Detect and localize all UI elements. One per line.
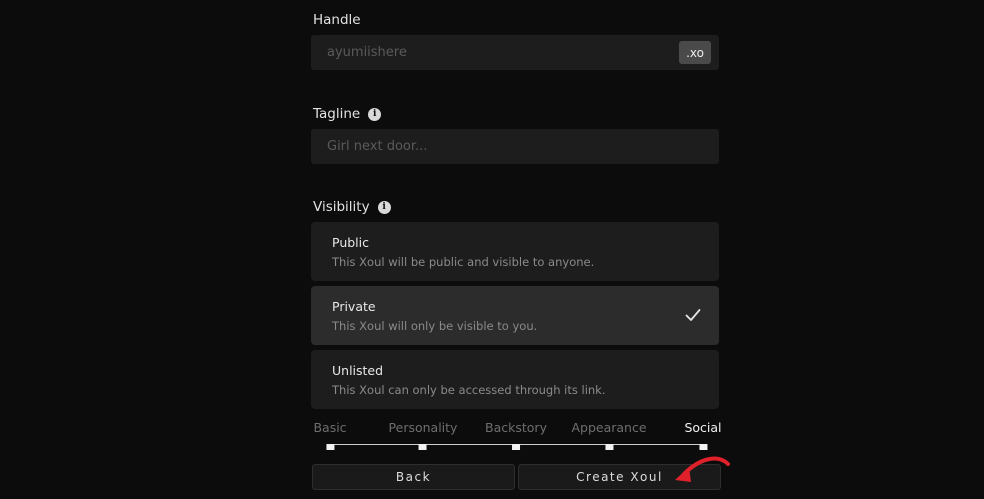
visibility-option-unlisted[interactable]: Unlisted This Xoul can only be accessed …: [311, 350, 719, 409]
step-label: Basic: [313, 420, 347, 435]
option-title: Unlisted: [332, 363, 384, 378]
visibility-option-private[interactable]: Private This Xoul will only be visible t…: [311, 286, 719, 345]
step-basic[interactable]: Basic: [313, 420, 347, 450]
handle-label-text: Handle: [313, 12, 361, 28]
option-description: This Xoul will be public and visible to …: [332, 255, 595, 269]
step-label: Backstory: [485, 420, 547, 435]
step-marker: [699, 444, 707, 450]
curved-arrow-icon: [675, 456, 730, 482]
step-marker: [418, 444, 427, 450]
tagline-input[interactable]: Girl next door...: [311, 129, 719, 164]
step-marker: [511, 444, 520, 450]
tagline-placeholder: Girl next door...: [327, 139, 428, 154]
info-icon[interactable]: i: [377, 200, 391, 214]
option-title: Public: [332, 235, 369, 250]
visibility-label-text: Visibility: [313, 199, 370, 215]
handle-input[interactable]: ayumiishere .xo: [311, 35, 719, 70]
step-label: Appearance: [571, 420, 647, 435]
handle-placeholder: ayumiishere: [327, 45, 407, 60]
option-description: This Xoul will only be visible to you.: [332, 319, 538, 333]
back-button[interactable]: Back: [312, 464, 515, 490]
option-description: This Xoul can only be accessed through i…: [332, 383, 606, 397]
tagline-label-text: Tagline: [313, 106, 361, 122]
step-marker: [326, 444, 334, 450]
step-label: Social: [684, 420, 722, 435]
step-label: Personality: [388, 420, 458, 435]
handle-label: Handle: [313, 12, 361, 28]
check-icon: [685, 309, 701, 321]
handle-suffix-badge: .xo: [679, 41, 711, 64]
step-backstory[interactable]: Backstory: [485, 420, 547, 450]
visibility-label: Visibility i: [313, 199, 391, 215]
progress-stepper: Basic Personality Backstory Appearance S…: [313, 420, 723, 450]
step-appearance[interactable]: Appearance: [571, 420, 647, 450]
option-title: Private: [332, 299, 376, 314]
step-personality[interactable]: Personality: [388, 420, 458, 450]
tagline-label: Tagline i: [313, 106, 382, 122]
step-social[interactable]: Social: [684, 420, 722, 450]
info-icon[interactable]: i: [368, 107, 382, 121]
step-marker: [605, 444, 613, 450]
visibility-option-public[interactable]: Public This Xoul will be public and visi…: [311, 222, 719, 281]
